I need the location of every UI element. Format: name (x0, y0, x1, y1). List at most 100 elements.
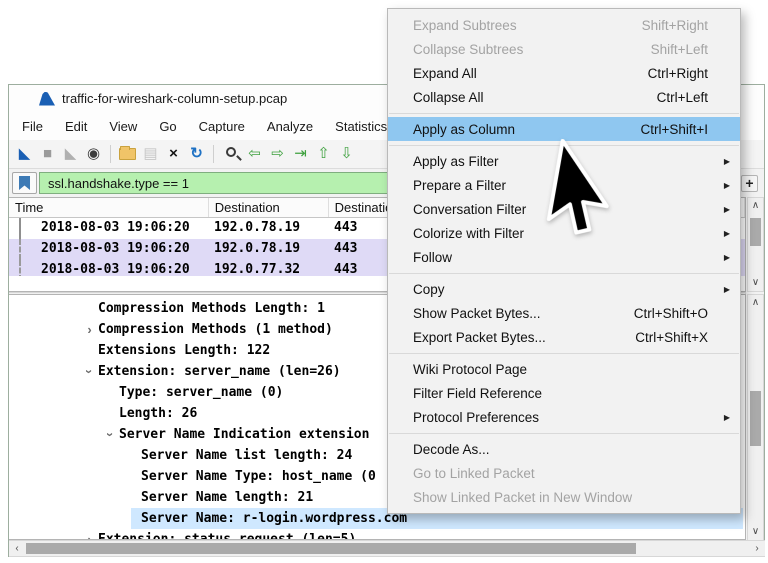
filter-bookmark-button[interactable] (12, 172, 37, 194)
menu-item-label: Expand All (413, 66, 477, 81)
cell-time: 2018-08-03 19:06:20 (41, 241, 190, 256)
menu-item-shortcut: Ctrl+Right (648, 66, 708, 81)
cell-destination-port: 443 (334, 262, 357, 276)
menu-item-shortcut: Ctrl+Shift+X (635, 330, 708, 345)
toolbar-separator (213, 145, 214, 163)
scroll-up-icon[interactable]: ∧ (748, 199, 763, 213)
menubar-item-go[interactable]: Go (150, 119, 185, 134)
cell-destination-port: 443 (334, 241, 357, 256)
menu-item-label: Protocol Preferences (413, 410, 539, 425)
menu-item-label: Apply as Column (413, 122, 515, 137)
menu-item-filter-field-reference[interactable]: Filter Field Reference (388, 381, 740, 405)
last-packet-icon[interactable]: ⇩ (335, 143, 358, 165)
menu-item-export-packet-bytes[interactable]: Export Packet Bytes...Ctrl+Shift+X (388, 325, 740, 349)
tree-row-label: Type: server_name (0) (119, 385, 283, 400)
related-packet-marker (19, 260, 21, 276)
expander-collapsed-icon[interactable]: › (81, 532, 98, 540)
hscroll-thumb[interactable] (26, 543, 636, 554)
window-title: traffic-for-wireshark-column-setup.pcap (62, 91, 287, 106)
add-filter-button[interactable]: + (741, 175, 758, 192)
menu-item-label: Decode As... (413, 442, 490, 457)
menu-item-label: Prepare a Filter (413, 178, 506, 193)
expander-expanded-icon[interactable]: › (103, 426, 118, 443)
menu-item-label: Apply as Filter (413, 154, 499, 169)
submenu-arrow-icon: ▶ (720, 413, 730, 422)
menu-item-label: Expand Subtrees (413, 18, 517, 33)
menubar-item-edit[interactable]: Edit (56, 119, 96, 134)
submenu-arrow-icon: ▶ (720, 205, 730, 214)
goto-packet-icon[interactable]: ⇥ (289, 143, 312, 165)
scroll-right-icon[interactable]: › (749, 541, 765, 556)
scroll-up-icon[interactable]: ∧ (748, 296, 763, 310)
menu-item-show-packet-bytes[interactable]: Show Packet Bytes... Ctrl+Shift+O (388, 301, 740, 325)
tree-row-label: Server Name: r-login.wordpress.com (141, 511, 407, 526)
start-capture-icon[interactable]: ◣ (13, 143, 36, 165)
menu-item-label: Go to Linked Packet (413, 466, 535, 481)
menu-item-label: Show Packet Bytes... (413, 306, 541, 321)
menu-item-collapse-all[interactable]: Collapse AllCtrl+Left (388, 85, 740, 109)
menu-item-label: Collapse All (413, 90, 484, 105)
menu-item-decode-as[interactable]: Decode As... (388, 437, 740, 461)
cell-destination: 192.0.78.19 (214, 220, 300, 235)
scroll-down-icon[interactable]: ∨ (748, 276, 763, 290)
stop-capture-icon[interactable]: ■ (36, 143, 59, 165)
menu-item-wiki-protocol-page[interactable]: Wiki Protocol Page (388, 357, 740, 381)
menubar-item-statistics[interactable]: Statistics (326, 119, 396, 134)
submenu-arrow-icon: ▶ (720, 285, 730, 294)
menu-item-label: Copy (413, 282, 445, 297)
scroll-left-icon[interactable]: ‹ (9, 541, 25, 556)
menu-item-label: Show Linked Packet in New Window (413, 490, 632, 505)
close-file-icon[interactable]: × (162, 143, 185, 165)
menu-item-follow[interactable]: Follow▶ (388, 245, 740, 269)
tree-row-label: Server Name Type: host_name (0 (141, 469, 376, 484)
packet-list-vscrollbar[interactable]: ∧ ∨ (747, 197, 764, 292)
cell-destination-port: 443 (334, 220, 357, 235)
detail-hscrollbar[interactable]: ‹ › (9, 540, 765, 557)
open-file-icon[interactable] (119, 148, 136, 160)
restart-capture-icon[interactable]: ◣ (59, 143, 82, 165)
expander-expanded-icon[interactable]: › (82, 363, 97, 380)
prev-packet-icon[interactable]: ⇦ (243, 143, 266, 165)
submenu-arrow-icon: ▶ (720, 229, 730, 238)
menubar-item-analyze[interactable]: Analyze (258, 119, 322, 134)
capture-options-icon[interactable]: ◉ (82, 143, 105, 165)
reload-icon[interactable]: ↻ (185, 143, 208, 165)
expander-collapsed-icon[interactable]: › (81, 322, 98, 337)
next-packet-icon[interactable]: ⇨ (266, 143, 289, 165)
vscroll-thumb[interactable] (750, 218, 761, 246)
menubar-item-capture[interactable]: Capture (190, 119, 254, 134)
column-header-time[interactable]: Time (9, 198, 209, 217)
menu-separator (389, 273, 739, 274)
tree-row-label: Length: 26 (119, 406, 197, 421)
submenu-arrow-icon: ▶ (720, 253, 730, 262)
menu-item-label: Colorize with Filter (413, 226, 524, 241)
menu-separator (389, 433, 739, 434)
menu-item-shortcut: Shift+Left (651, 42, 708, 57)
menubar-item-file[interactable]: File (13, 119, 52, 134)
vscroll-thumb[interactable] (750, 391, 761, 446)
menu-item-protocol-preferences[interactable]: Protocol Preferences ▶ (388, 405, 740, 429)
menu-item-expand-subtrees: Expand SubtreesShift+Right (388, 13, 740, 37)
menu-item-expand-all[interactable]: Expand All Ctrl+Right (388, 61, 740, 85)
column-header-destination[interactable]: Destination (209, 198, 329, 217)
menu-item-copy[interactable]: Copy ▶ (388, 277, 740, 301)
related-packet-marker (19, 218, 21, 239)
menu-separator (389, 113, 739, 114)
scroll-down-icon[interactable]: ∨ (748, 525, 763, 539)
menubar-item-view[interactable]: View (100, 119, 146, 134)
tree-row-label: Server Name Indication extension (119, 427, 369, 442)
wireshark-fin-icon (39, 92, 55, 106)
first-packet-icon[interactable]: ⇧ (312, 143, 335, 165)
tree-row[interactable]: ›Extension: status_request (len=5) (9, 529, 745, 540)
menu-item-show-linked-packet-in-new-window: Show Linked Packet in New Window (388, 485, 740, 509)
toolbar-separator (110, 145, 111, 163)
tree-row-label: Server Name list length: 24 (141, 448, 352, 463)
find-packet-icon[interactable] (226, 147, 236, 157)
menu-item-shortcut: Ctrl+Shift+O (634, 306, 708, 321)
tree-row-label: Compression Methods (1 method) (98, 322, 333, 337)
bookmark-icon (19, 176, 30, 190)
submenu-arrow-icon: ▶ (720, 157, 730, 166)
menu-item-apply-as-column[interactable]: Apply as ColumnCtrl+Shift+I (388, 117, 740, 141)
save-file-icon[interactable]: ▤ (139, 143, 162, 165)
detail-vscrollbar[interactable]: ∧ ∨ (747, 294, 764, 541)
